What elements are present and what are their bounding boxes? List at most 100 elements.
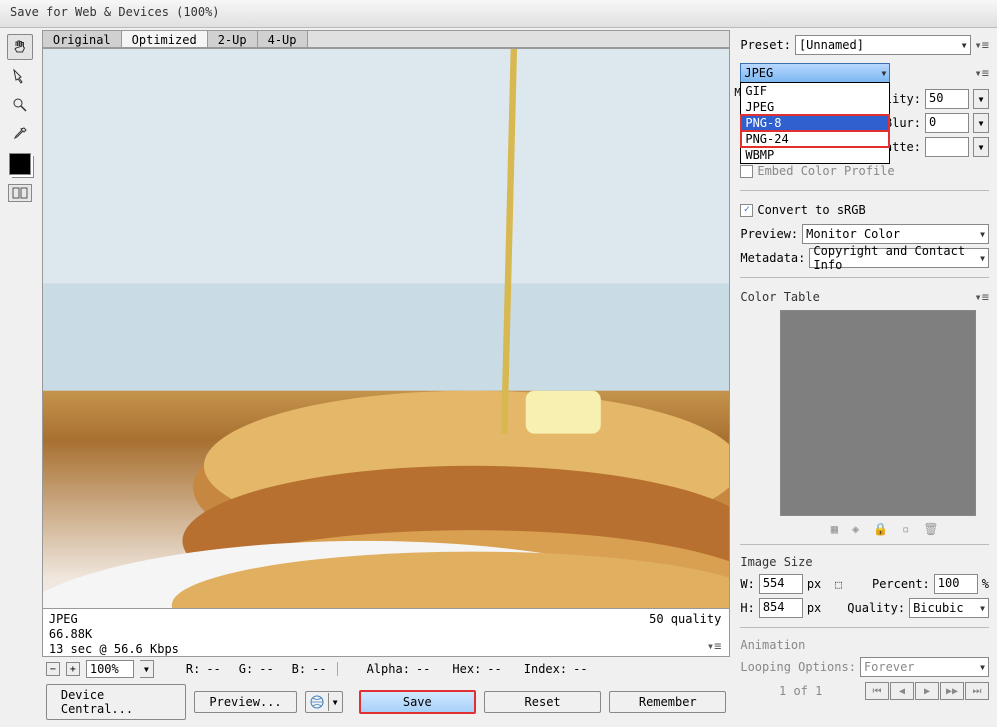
preset-value: [Unnamed] — [799, 38, 864, 52]
opt-png8[interactable]: PNG-8 — [741, 115, 889, 131]
format-select[interactable]: JPEG▼ — [740, 63, 890, 83]
anim-play: ▶▶ — [940, 682, 964, 700]
image-preview[interactable] — [42, 48, 731, 609]
opt-jpeg[interactable]: JPEG — [741, 99, 889, 115]
index-value: -- — [573, 662, 587, 676]
h-label: H: — [740, 601, 754, 615]
metadata-select[interactable]: Copyright and Contact Info▼ — [809, 248, 989, 268]
preview-pane: Original Optimized 2-Up 4-Up — [40, 28, 735, 727]
looping-value: Forever — [864, 660, 915, 674]
percent-input[interactable]: 100 — [934, 574, 978, 594]
anim-first: ⏮ — [865, 682, 889, 700]
remember-button[interactable]: Remember — [609, 691, 726, 713]
height-input[interactable]: 854 — [759, 598, 803, 618]
anim-prev: ◀ — [890, 682, 914, 700]
color-table — [780, 310, 976, 516]
quality-input[interactable]: 50 — [925, 89, 969, 109]
pct-symbol: % — [982, 577, 989, 591]
ct-new-icon[interactable]: ▫ — [902, 522, 909, 536]
ct-icon-1[interactable]: ▦ — [831, 522, 838, 536]
px-label-1: px — [807, 577, 821, 591]
info-format: JPEG — [49, 612, 724, 626]
format-dropdown-open: GIF JPEG PNG-8 PNG-24 WBMP — [740, 82, 890, 164]
info-bar: JPEG 66.88K 13 sec @ 56.6 Kbps 50 qualit… — [42, 609, 731, 657]
opt-wbmp[interactable]: WBMP — [741, 147, 889, 163]
eyedropper-tool[interactable] — [7, 121, 33, 147]
srgb-checkbox[interactable]: ✓ — [740, 204, 753, 217]
hand-tool[interactable] — [7, 34, 33, 60]
preview-label: Preview: — [740, 227, 798, 241]
index-label: Index: — [524, 662, 567, 676]
bottom-button-row: Device Central... Preview... ▼ Save Rese… — [42, 681, 731, 723]
hex-value: -- — [487, 662, 501, 676]
zoom-tool[interactable] — [7, 92, 33, 118]
preview-select[interactable]: Monitor Color▼ — [802, 224, 989, 244]
slice-visibility-toggle[interactable] — [8, 184, 32, 202]
embed-checkbox[interactable] — [740, 165, 753, 178]
preview-button[interactable]: Preview... — [194, 691, 296, 713]
quality-stepper[interactable]: ▼ — [973, 89, 989, 109]
anim-next: ▶ — [915, 682, 939, 700]
ct-trash-icon[interactable]: 🗑 — [923, 522, 938, 536]
image-size-title: Image Size — [740, 553, 989, 571]
format-menu-icon[interactable]: ▾≡ — [975, 66, 989, 80]
ct-icon-2[interactable]: ◈ — [852, 522, 859, 536]
resize-quality-select[interactable]: Bicubic▼ — [909, 598, 989, 618]
animation-title: Animation — [740, 636, 989, 654]
animation-controls: ⏮ ◀ ▶ ▶▶ ⏭ — [865, 682, 989, 700]
info-menu-icon[interactable]: ▾≡ — [707, 639, 721, 653]
device-central-button[interactable]: Device Central... — [46, 684, 187, 720]
r-value: -- — [206, 662, 220, 676]
window-titlebar: Save for Web & Devices (100%) — [0, 0, 997, 28]
opt-png24[interactable]: PNG-24 — [741, 131, 889, 147]
color-table-icons: ▦ ◈ 🔒 ▫ 🗑 — [740, 518, 989, 536]
zoom-out-btn[interactable]: − — [46, 662, 60, 676]
hex-label: Hex: — [452, 662, 481, 676]
metadata-value: Copyright and Contact Info — [813, 244, 976, 272]
info-quality: 50 quality — [649, 612, 721, 626]
opt-gif[interactable]: GIF — [741, 83, 889, 99]
settings-panel: Preset: [Unnamed]▼ ▾≡ JPEG▼ GIF JPEG PNG… — [734, 28, 997, 727]
anim-last: ⏭ — [965, 682, 989, 700]
metadata-label: Metadata: — [740, 251, 805, 265]
frame-indicator: 1 of 1 — [740, 684, 861, 698]
info-speed: 13 sec @ 56.6 Kbps — [49, 642, 724, 656]
w-label: W: — [740, 577, 754, 591]
embed-label: Embed Color Profile — [757, 164, 894, 178]
zoom-in-btn[interactable]: + — [66, 662, 80, 676]
alpha-label: Alpha: — [367, 662, 410, 676]
px-label-2: px — [807, 601, 821, 615]
alpha-value: -- — [416, 662, 430, 676]
slice-select-tool[interactable] — [7, 63, 33, 89]
foreground-color[interactable] — [9, 153, 31, 175]
preview-value: Monitor Color — [806, 227, 900, 241]
zoom-dropdown[interactable]: ▼ — [140, 660, 154, 678]
matte-swatch[interactable] — [925, 137, 969, 157]
status-row: − + 100% ▼ R:-- G:-- B:-- Alpha:-- Hex:-… — [42, 657, 731, 681]
tab-4up[interactable]: 4-Up — [258, 31, 308, 47]
save-button[interactable]: Save — [359, 690, 476, 714]
width-input[interactable]: 554 — [759, 574, 803, 594]
tab-2up[interactable]: 2-Up — [208, 31, 258, 47]
link-icon[interactable]: ⬚ — [835, 578, 842, 591]
ct-lock-icon[interactable]: 🔒 — [873, 522, 888, 536]
browser-preview-icon[interactable] — [306, 692, 328, 712]
info-filesize: 66.88K — [49, 627, 724, 641]
reset-button[interactable]: Reset — [484, 691, 601, 713]
preset-menu-icon[interactable]: ▾≡ — [975, 38, 989, 52]
blur-input[interactable]: 0 — [925, 113, 969, 133]
format-selected-value: JPEG — [744, 66, 773, 80]
percent-label: Percent: — [872, 577, 930, 591]
resize-quality-value: Bicubic — [913, 601, 964, 615]
color-table-menu-icon[interactable]: ▾≡ — [975, 290, 989, 304]
tab-optimized[interactable]: Optimized — [122, 31, 208, 47]
tab-original[interactable]: Original — [43, 31, 122, 47]
view-tabs: Original Optimized 2-Up 4-Up — [42, 30, 731, 48]
blur-stepper[interactable]: ▼ — [973, 113, 989, 133]
browser-dropdown[interactable]: ▼ — [328, 693, 342, 711]
matte-dropdown[interactable]: ▼ — [973, 137, 989, 157]
preset-select[interactable]: [Unnamed]▼ — [795, 35, 971, 55]
g-value: -- — [259, 662, 273, 676]
zoom-level[interactable]: 100% — [86, 660, 134, 678]
looping-select: Forever▼ — [860, 657, 989, 677]
